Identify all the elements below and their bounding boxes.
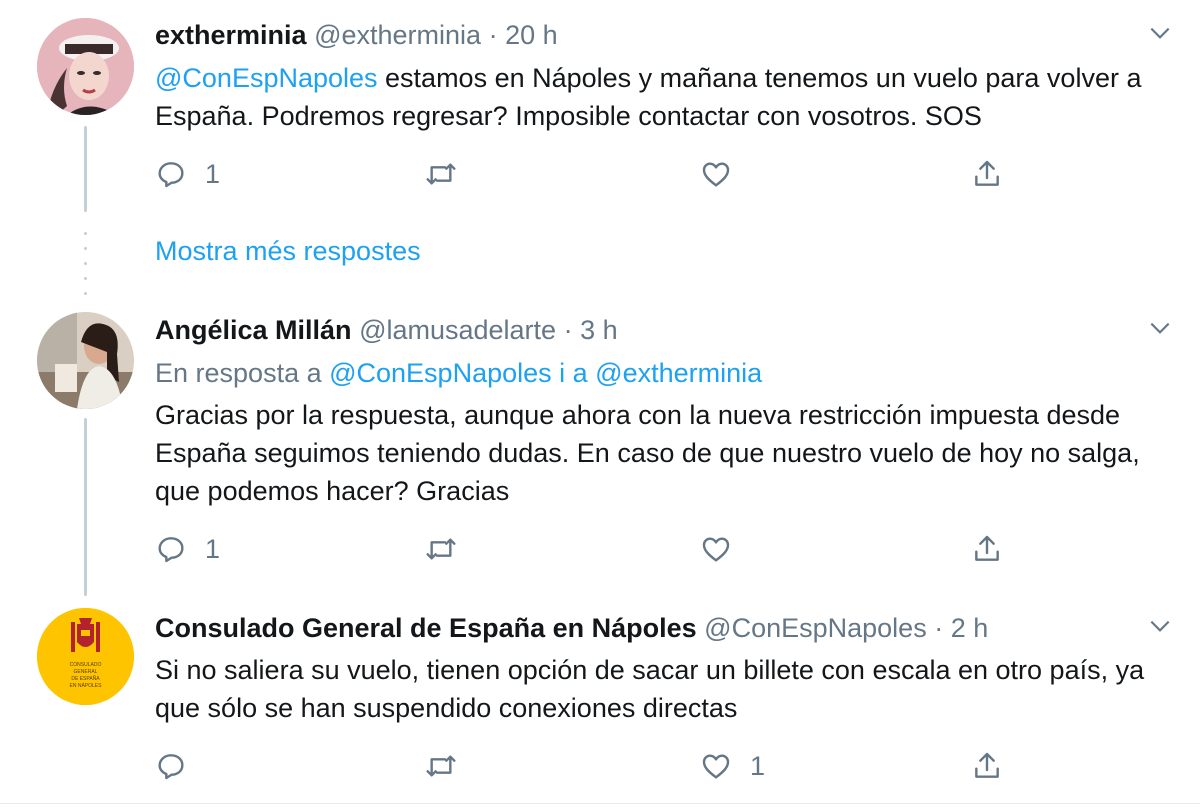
- user-handle[interactable]: @ConEspNapoles: [704, 613, 927, 643]
- thread-dot: [84, 262, 87, 265]
- tweet-text: Gracias por la respuesta, aunque ahora c…: [155, 400, 1140, 506]
- like-button[interactable]: 1: [700, 749, 765, 783]
- share-button[interactable]: [971, 532, 1003, 566]
- retweet-button[interactable]: [425, 749, 475, 783]
- share-icon: [975, 535, 999, 561]
- tweet-header: extherminia @extherminia · 20 h: [155, 18, 558, 52]
- like-icon: [702, 754, 730, 779]
- reply-button[interactable]: [155, 749, 205, 783]
- display-name[interactable]: Angélica Millán: [155, 315, 352, 345]
- svg-text:CONSULADO: CONSULADO: [70, 662, 102, 668]
- chevron-down-icon[interactable]: [1147, 20, 1173, 46]
- divider: [0, 803, 1200, 804]
- thread-dot: [84, 277, 87, 280]
- tweet-header: Consulado General de España en Nápoles @…: [155, 611, 988, 645]
- timestamp[interactable]: 3 h: [580, 315, 618, 345]
- chevron-down-icon[interactable]: [1147, 315, 1173, 341]
- thread-dot: [84, 232, 87, 235]
- display-name[interactable]: Consulado General de España en Nápoles: [155, 613, 697, 643]
- tweet-text: @ConEspNapoles estamos en Nápoles y maña…: [155, 59, 1165, 135]
- share-button[interactable]: [971, 157, 1003, 191]
- display-name[interactable]: extherminia: [155, 20, 307, 50]
- like-icon: [702, 162, 730, 187]
- avatar[interactable]: [37, 312, 134, 409]
- like-button[interactable]: [700, 532, 750, 566]
- reply-button[interactable]: 1: [155, 532, 220, 566]
- thread-line: [84, 126, 87, 212]
- reply-icon: [158, 754, 184, 780]
- svg-text:DE ESPAÑA: DE ESPAÑA: [71, 675, 100, 682]
- reply-icon: [158, 162, 184, 188]
- avatar[interactable]: [37, 18, 134, 115]
- svg-text:GENERAL: GENERAL: [74, 669, 98, 675]
- user-handle[interactable]: @extherminia: [314, 20, 481, 50]
- thread-dot: [84, 292, 87, 295]
- tweet-actions: 1: [155, 532, 1055, 566]
- retweet-icon: [426, 538, 456, 560]
- timestamp[interactable]: 20 h: [505, 20, 558, 50]
- thread-line: [84, 418, 87, 596]
- timestamp[interactable]: 2 h: [951, 613, 989, 643]
- reply-targets-link[interactable]: @ConEspNapoles i a @extherminia: [329, 358, 762, 388]
- reply-button[interactable]: 1: [155, 157, 220, 191]
- coat-of-arms-logo: CONSULADO GENERAL DE ESPAÑA EN NÁPOLES: [37, 608, 134, 705]
- reply-context: En resposta a @ConEspNapoles i a @exther…: [155, 356, 762, 390]
- show-more-replies-link[interactable]: Mostra més respostes: [155, 234, 421, 268]
- chevron-down-icon[interactable]: [1147, 613, 1173, 639]
- like-icon: [702, 537, 730, 562]
- share-button[interactable]: [971, 749, 1003, 783]
- tweet-actions: 1: [155, 749, 1055, 783]
- retweet-icon: [426, 163, 456, 185]
- mention-link[interactable]: @ConEspNapoles: [155, 63, 378, 93]
- thread-dot: [84, 247, 87, 250]
- separator: ·: [563, 315, 573, 345]
- retweet-icon: [426, 755, 456, 777]
- reply-count: 1: [205, 158, 221, 189]
- separator: ·: [934, 613, 944, 643]
- share-icon: [975, 160, 999, 186]
- like-button[interactable]: [700, 157, 750, 191]
- tweet-text: Si no saliera su vuelo, tienen opción de…: [155, 655, 1145, 723]
- svg-text:EN NÁPOLES: EN NÁPOLES: [70, 682, 103, 689]
- tweet-actions: 1: [155, 157, 1055, 191]
- like-count: 1: [750, 750, 766, 781]
- reply-icon: [158, 537, 184, 563]
- tweet-header: Angélica Millán @lamusadelarte · 3 h: [155, 313, 618, 347]
- avatar[interactable]: CONSULADO GENERAL DE ESPAÑA EN NÁPOLES: [37, 608, 134, 705]
- share-icon: [975, 752, 999, 778]
- reply-prefix: En resposta a: [155, 358, 330, 388]
- retweet-button[interactable]: [425, 157, 475, 191]
- reply-count: 1: [205, 533, 221, 564]
- retweet-button[interactable]: [425, 532, 475, 566]
- user-handle[interactable]: @lamusadelarte: [359, 315, 556, 345]
- separator: ·: [488, 20, 498, 50]
